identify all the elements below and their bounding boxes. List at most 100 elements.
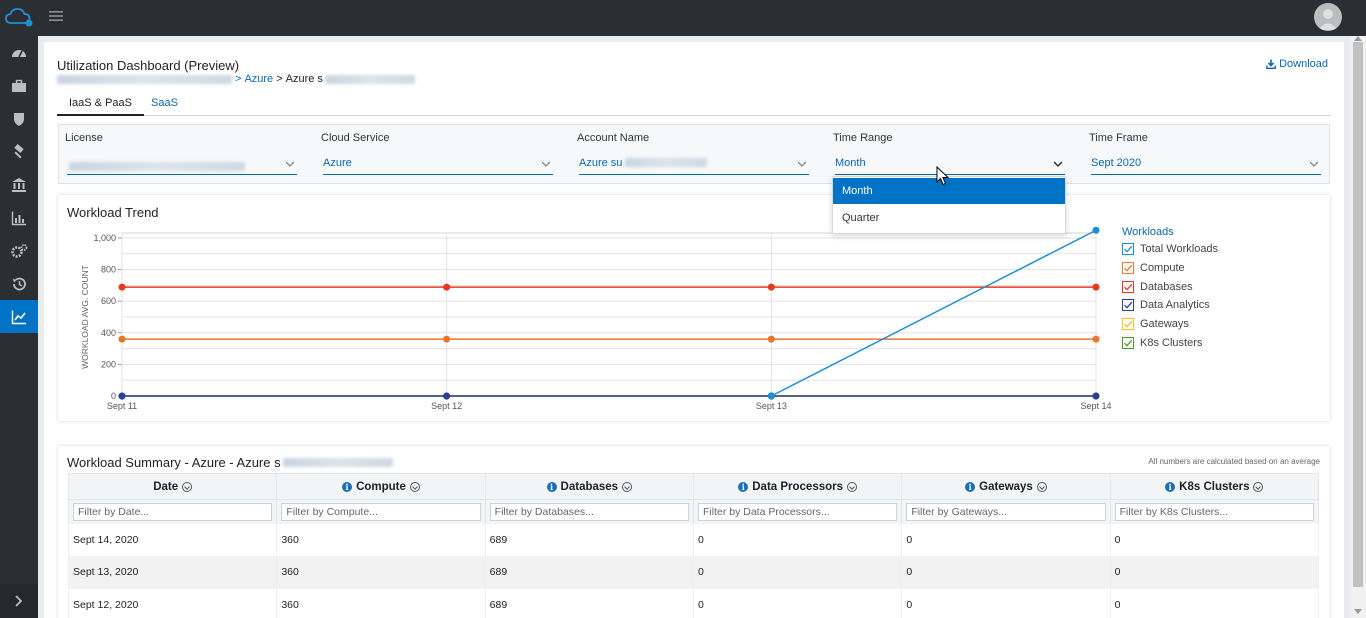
column-header-label: Databases: [560, 480, 619, 493]
legend-item-databases[interactable]: Databases: [1122, 277, 1218, 296]
scroll-up-icon[interactable]: [1354, 36, 1362, 41]
filter-input-gateways[interactable]: [906, 502, 1106, 521]
sort-icon[interactable]: [1253, 481, 1264, 492]
plot-area: [121, 232, 1097, 397]
sidebar-item-tools[interactable]: [0, 135, 38, 168]
cloud-service-value: Azure: [323, 157, 352, 169]
legend-title: Workloads: [1122, 226, 1174, 238]
table-cell: Sept 13, 2020: [67, 556, 278, 589]
column-header-date[interactable]: Date: [67, 473, 278, 500]
sidebar-item-bank[interactable]: [0, 168, 38, 201]
info-icon[interactable]: i: [965, 481, 976, 492]
column-header-gateways[interactable]: i Gateways: [901, 473, 1111, 500]
column-header-data-processors[interactable]: i Data Processors: [692, 473, 903, 500]
info-icon[interactable]: i: [738, 481, 749, 492]
sidebar-expand-button[interactable]: [0, 584, 38, 618]
data-point-compute: [1092, 335, 1100, 343]
info-icon[interactable]: i: [1165, 481, 1176, 492]
sort-icon[interactable]: [622, 481, 633, 492]
workload-summary-title: Workload Summary - Azure - Azure s: [67, 455, 393, 470]
legend-label: Databases: [1140, 280, 1193, 293]
info-icon[interactable]: i: [342, 481, 353, 492]
tab-saas[interactable]: SaaS: [139, 94, 190, 116]
table-row: Sept 14, 2020 360 689 0 0 0: [67, 523, 1320, 556]
sort-icon[interactable]: [409, 481, 420, 492]
filter-cell: [901, 499, 1111, 524]
top-bar: [0, 0, 1366, 36]
breadcrumb-service-link[interactable]: Azure: [244, 73, 273, 85]
y-tick-label: 0: [111, 391, 116, 401]
scroll-down-icon[interactable]: [1354, 609, 1362, 614]
download-button[interactable]: Download: [1266, 58, 1328, 70]
license-value-redacted: [69, 162, 245, 171]
time-range-option-quarter[interactable]: Quarter: [833, 205, 1065, 231]
filter-input-date[interactable]: [73, 502, 273, 521]
filter-cell: [276, 499, 486, 524]
legend-item-data-analytics[interactable]: Data Analytics: [1122, 296, 1218, 315]
main-content: Utilization Dashboard (Preview) > Azure …: [44, 42, 1344, 618]
table-row: Sept 12, 2020 360 689 0 0 0: [67, 588, 1320, 618]
time-frame-select[interactable]: Sept 2020: [1091, 157, 1321, 175]
table-cell: 0: [692, 588, 903, 618]
sidebar-item-dashboard[interactable]: [0, 36, 38, 69]
x-tick-label: Sept 12: [431, 401, 462, 411]
sidebar-item-settings[interactable]: [0, 234, 38, 267]
vertical-scrollbar[interactable]: [1350, 36, 1366, 618]
sidebar-item-utilization[interactable]: [0, 300, 38, 333]
cloud-service-filter: Cloud Service Azure: [321, 125, 553, 183]
legend-item-k8s-clusters[interactable]: K8s Clusters: [1122, 333, 1218, 352]
workload-trend-card: Workload Trend 1,000 800 600 400 200 0 Sept 11…: [58, 195, 1330, 421]
table-cell: 0: [901, 556, 1111, 589]
sidebar-item-security[interactable]: [0, 102, 38, 135]
sidebar-item-briefcase[interactable]: [0, 69, 38, 102]
chevron-down-icon: [1053, 161, 1063, 168]
filter-input-k8s-clusters[interactable]: [1114, 502, 1314, 521]
table-row: Sept 13, 2020 360 689 0 0 0: [67, 556, 1320, 589]
column-header-databases[interactable]: i Databases: [484, 473, 694, 500]
column-header-k8s-clusters[interactable]: i K8s Clusters: [1109, 473, 1320, 500]
legend-label: Total Workloads: [1140, 243, 1219, 256]
cloud-service-label: Cloud Service: [321, 132, 390, 144]
license-select[interactable]: [67, 157, 297, 175]
account-name-select[interactable]: Azure su: [579, 157, 809, 175]
checkmark-icon: [1124, 264, 1133, 272]
sort-icon[interactable]: [847, 481, 858, 492]
filter-input-data-processors[interactable]: [697, 502, 898, 521]
sort-icon[interactable]: [182, 481, 193, 492]
checkbox-icon[interactable]: [1122, 299, 1134, 312]
checkbox-icon[interactable]: [1122, 318, 1134, 331]
download-icon: [1266, 59, 1276, 69]
sidebar-item-reports[interactable]: [0, 201, 38, 234]
info-icon[interactable]: i: [546, 481, 557, 492]
account-name-filter: Account Name Azure su: [577, 125, 809, 183]
filter-input-compute[interactable]: [281, 502, 481, 521]
checkbox-icon[interactable]: [1122, 280, 1134, 293]
chevron-down-icon: [541, 161, 551, 167]
scrollbar-thumb[interactable]: [1353, 42, 1363, 587]
cloud-logo-icon[interactable]: [4, 6, 34, 28]
hamburger-icon[interactable]: [48, 8, 64, 24]
license-filter: License: [65, 125, 297, 183]
legend-item-compute[interactable]: Compute: [1122, 259, 1218, 278]
filter-input-databases[interactable]: [489, 502, 689, 521]
filter-cell: [1109, 499, 1320, 524]
checkbox-icon[interactable]: [1122, 336, 1134, 349]
data-point-total-workloads: [1092, 226, 1100, 234]
shield-icon: [14, 112, 24, 126]
avatar[interactable]: [1314, 3, 1342, 31]
tab-iaas-paas[interactable]: IaaS & PaaS: [57, 94, 144, 116]
time-range-value: Month: [835, 157, 866, 169]
time-range-select[interactable]: Month: [835, 157, 1065, 175]
checkbox-icon[interactable]: [1122, 262, 1134, 275]
legend-item-gateways[interactable]: Gateways: [1122, 315, 1218, 334]
filter-cell: [484, 499, 694, 524]
breadcrumb-account-redacted: [324, 74, 415, 84]
cloud-service-select[interactable]: Azure: [323, 157, 553, 175]
legend-item-total-workloads[interactable]: Total Workloads: [1122, 240, 1218, 259]
sort-icon[interactable]: [1036, 481, 1047, 492]
column-header-compute[interactable]: i Compute: [276, 473, 486, 500]
line-chart-icon: [11, 310, 26, 324]
sidebar-item-history[interactable]: [0, 267, 38, 300]
checkbox-icon[interactable]: [1122, 243, 1134, 256]
data-point-databases: [443, 283, 451, 291]
